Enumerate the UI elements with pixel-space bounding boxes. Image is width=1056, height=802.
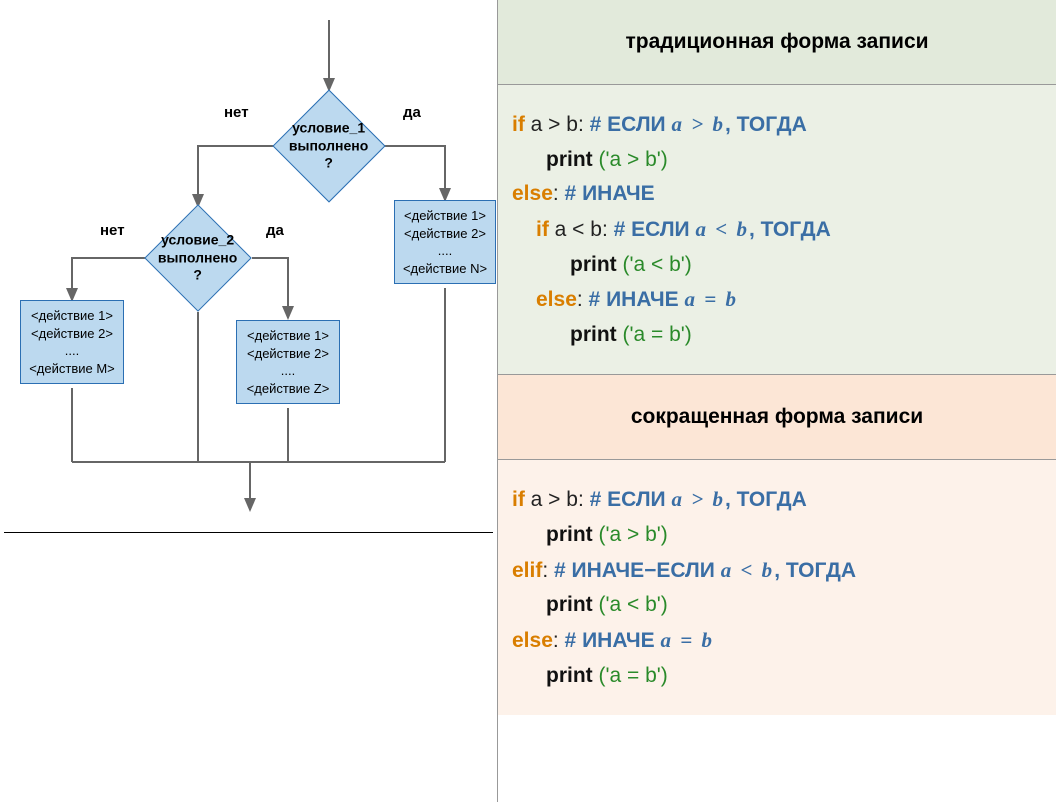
diamond-2-text: условие_2 выполнено ? xyxy=(158,232,237,285)
kw-elif: elif xyxy=(512,559,542,582)
short-code: if a > b: # ЕСЛИ a > b, ТОГДА print ('a … xyxy=(498,460,1056,715)
short-line-2: print ('a > b') xyxy=(512,518,1042,553)
code-examples-panel: традиционная форма записи if a > b: # ЕС… xyxy=(498,0,1056,802)
label-yes-2: да xyxy=(266,222,284,239)
kw-if: if xyxy=(512,113,525,136)
kw-else: else xyxy=(512,182,553,205)
kw-if: if xyxy=(512,488,525,511)
action-box-n: <действие 1> <действие 2> .... <действие… xyxy=(394,200,496,284)
flowchart: условие_1 выполнено ? условие_2 выполнен… xyxy=(0,0,497,520)
trad-line-1: if a > b: # ЕСЛИ a > b, ТОГДА xyxy=(512,107,1042,143)
traditional-title: традиционная форма записи xyxy=(498,0,1056,85)
short-line-3: elif: # ИНАЧЕ−ЕСЛИ a < b, ТОГДА xyxy=(512,553,1042,589)
short-line-1: if a > b: # ЕСЛИ a > b, ТОГДА xyxy=(512,482,1042,518)
label-no-1: нет xyxy=(224,104,249,121)
action-box-z: <действие 1> <действие 2> .... <действие… xyxy=(236,320,340,404)
label-yes-1: да xyxy=(403,104,421,121)
trad-line-2: print ('a > b') xyxy=(512,143,1042,178)
traditional-code: if a > b: # ЕСЛИ a > b, ТОГДА print ('a … xyxy=(498,85,1056,375)
short-line-6: print ('a = b') xyxy=(512,659,1042,694)
action-box-m: <действие 1> <действие 2> .... <действие… xyxy=(20,300,124,384)
kw-else: else xyxy=(512,629,553,652)
label-no-2: нет xyxy=(100,222,125,239)
short-line-4: print ('a < b') xyxy=(512,588,1042,623)
trad-line-3: else: # ИНАЧЕ xyxy=(512,177,1042,212)
trad-line-4: if a < b: # ЕСЛИ a < b, ТОГДА xyxy=(512,212,1042,248)
short-title: сокращенная форма записи xyxy=(498,375,1056,460)
flowchart-panel: условие_1 выполнено ? условие_2 выполнен… xyxy=(0,0,498,802)
short-line-5: else: # ИНАЧЕ a = b xyxy=(512,623,1042,659)
divider-line xyxy=(4,532,493,533)
trad-line-6: else: # ИНАЧЕ a = b xyxy=(512,282,1042,318)
diamond-1-text: условие_1 выполнено ? xyxy=(289,120,368,173)
trad-line-7: print ('a = b') xyxy=(512,318,1042,353)
trad-line-5: print ('a < b') xyxy=(512,248,1042,283)
